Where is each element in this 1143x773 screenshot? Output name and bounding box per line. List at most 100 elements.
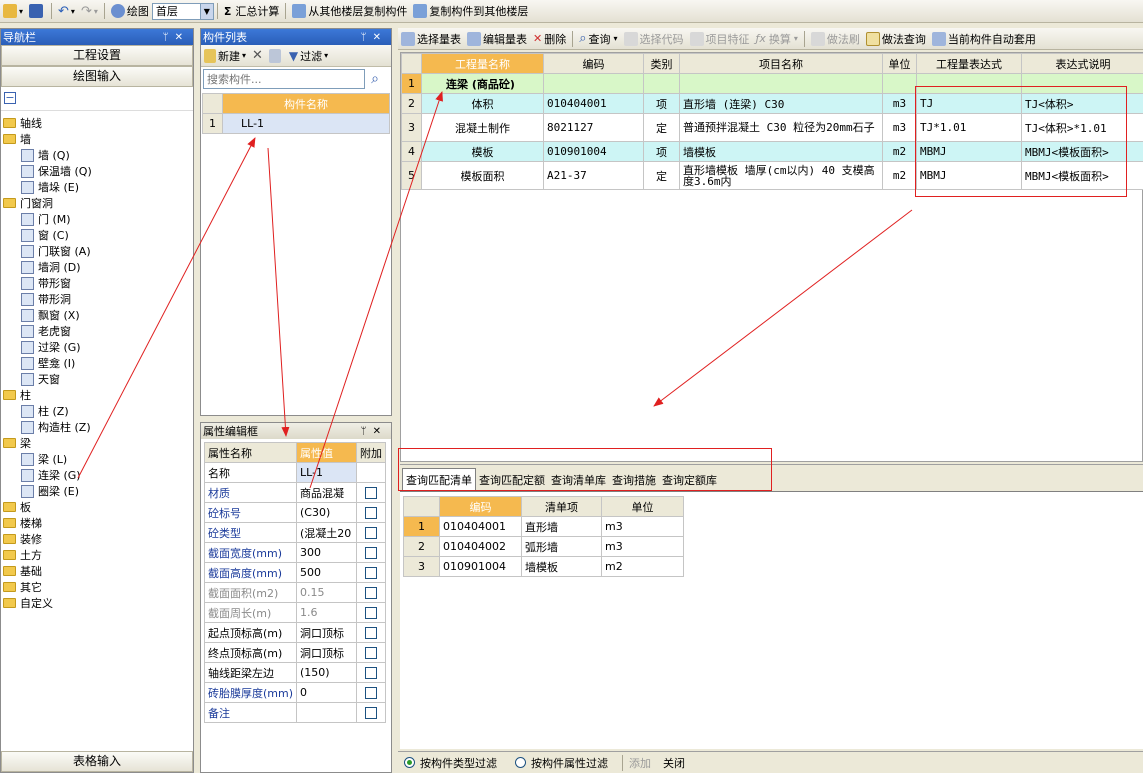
prop-value-cell[interactable]: 商品混凝 xyxy=(296,482,357,503)
cell-code[interactable]: A21-37 xyxy=(543,161,644,190)
table-row[interactable]: 2 010404002 弧形墙 m3 xyxy=(403,536,684,557)
cell-code[interactable]: 010404002 xyxy=(439,536,522,557)
tree-item[interactable]: 门 (M) xyxy=(1,211,193,227)
cell-unit[interactable]: m3 xyxy=(882,113,917,142)
column-header[interactable]: 编码 xyxy=(543,53,644,74)
close-button[interactable]: 关闭 xyxy=(663,755,685,771)
prop-value-cell[interactable]: 0 xyxy=(296,682,357,703)
prop-add-checkbox[interactable] xyxy=(365,647,377,659)
tree-item[interactable]: 过梁 (G) xyxy=(1,339,193,355)
property-row[interactable]: 终点顶标高(m) 洞口顶标 xyxy=(203,642,386,663)
property-row[interactable]: 备注 xyxy=(203,702,386,723)
cell-name[interactable]: 体积 xyxy=(421,93,544,114)
copy-from-floor-button[interactable]: 从其他楼层复制构件 xyxy=(289,1,410,21)
cell-code[interactable] xyxy=(543,73,644,94)
tree-item[interactable]: 老虎窗 xyxy=(1,323,193,339)
cell-unit[interactable]: m2 xyxy=(882,141,917,162)
tree-item[interactable]: 墙洞 (D) xyxy=(1,259,193,275)
prop-value-cell[interactable]: 0.15 xyxy=(296,582,357,603)
property-row[interactable]: 轴线距梁左边 (150) xyxy=(203,662,386,683)
tree-item[interactable]: 天窗 xyxy=(1,371,193,387)
prop-add-checkbox[interactable] xyxy=(365,627,377,639)
redo-button[interactable]: ↷ ▾ xyxy=(78,1,101,21)
tree-item[interactable]: 门联窗 (A) xyxy=(1,243,193,259)
cell-cat[interactable]: 定 xyxy=(643,113,680,142)
cell-unit[interactable]: m3 xyxy=(601,536,684,557)
tree-item[interactable]: 梁 (L) xyxy=(1,451,193,467)
select-list-button[interactable]: 选择量表 xyxy=(398,29,464,49)
cell-cat[interactable]: 项 xyxy=(643,93,680,114)
property-row[interactable]: 材质 商品混凝 xyxy=(203,482,386,503)
component-search-input[interactable] xyxy=(203,69,365,89)
table-row[interactable]: 1 LL-1 xyxy=(202,113,390,134)
cell-unit[interactable]: m2 xyxy=(882,161,917,190)
prop-value-cell[interactable]: LL-1 xyxy=(296,462,357,483)
prop-add-checkbox[interactable] xyxy=(365,667,377,679)
undo-button[interactable]: ↶ ▾ xyxy=(55,1,78,21)
draw-input-button[interactable]: 绘图输入 xyxy=(1,66,193,87)
new-button[interactable]: 新建 ▾ xyxy=(201,46,249,66)
cell-name[interactable]: 连梁 (商品砼) xyxy=(421,73,544,94)
cell-unit[interactable] xyxy=(882,73,917,94)
filter-button[interactable]: ▼ 过滤 ▾ xyxy=(286,46,331,66)
method-query-button[interactable]: 做法查询 xyxy=(863,29,929,49)
cell-unit[interactable]: m3 xyxy=(882,93,917,114)
property-row[interactable]: 名称 LL-1 xyxy=(203,462,386,483)
prop-value-cell[interactable]: 500 xyxy=(296,562,357,583)
cell-item[interactable]: 弧形墙 xyxy=(521,536,602,557)
tree-item[interactable]: 带形窗 xyxy=(1,275,193,291)
column-header[interactable]: 类别 xyxy=(643,53,680,74)
tree-item[interactable]: 墙垛 (E) xyxy=(1,179,193,195)
table-row[interactable]: 1 010404001 直形墙 m3 xyxy=(403,516,684,537)
tree-item[interactable]: 梁 xyxy=(1,435,193,451)
convert-button[interactable]: ƒx 换算 ▾ xyxy=(753,29,801,49)
tree-item[interactable]: 基础 xyxy=(1,563,193,579)
query-button[interactable]: ⌕ 查询 ▾ xyxy=(576,29,620,49)
cell-proj[interactable]: 直形墙 (连梁) C30 xyxy=(679,93,883,114)
search-icon[interactable]: ⌕ xyxy=(365,69,385,89)
tree-item[interactable]: 圈梁 (E) xyxy=(1,483,193,499)
column-header[interactable]: 表达式说明 xyxy=(1021,53,1143,74)
prop-value-cell[interactable] xyxy=(296,702,357,723)
pin-close-icon[interactable]: ᛘ✕ xyxy=(163,32,189,43)
auto-apply-button[interactable]: 当前构件自动套用 xyxy=(929,29,1039,49)
tree-item[interactable]: 带形洞 xyxy=(1,291,193,307)
column-header[interactable]: 清单项 xyxy=(521,496,602,517)
tree-item[interactable]: 墙 (Q) xyxy=(1,147,193,163)
method-brush-button[interactable]: 做法刷 xyxy=(808,29,863,49)
delete-component-button[interactable]: ✕ xyxy=(249,46,266,66)
prop-add-checkbox[interactable] xyxy=(365,487,377,499)
cell-proj[interactable]: 普通预拌混凝土 C30 粒径为20mm石子 xyxy=(679,113,883,142)
cell-proj[interactable]: 直形墙模板 墙厚(cm以内) 40 支模高度3.6m内 xyxy=(679,161,883,190)
cell-unit[interactable]: m2 xyxy=(601,556,684,577)
property-row[interactable]: 截面周长(m) 1.6 xyxy=(203,602,386,623)
cell-proj[interactable] xyxy=(679,73,883,94)
tree-item[interactable]: 连梁 (G) xyxy=(1,467,193,483)
cell-cat[interactable]: 项 xyxy=(643,141,680,162)
cell-name[interactable]: 混凝土制作 xyxy=(421,113,544,142)
tree-item[interactable]: 柱 xyxy=(1,387,193,403)
column-header[interactable]: 工程量表达式 xyxy=(916,53,1022,74)
cell-item[interactable]: 墙模板 xyxy=(521,556,602,577)
tree-item[interactable]: 保温墙 (Q) xyxy=(1,163,193,179)
cell-code[interactable]: 8021127 xyxy=(543,113,644,142)
cell-item[interactable]: 直形墙 xyxy=(521,516,602,537)
tree-item[interactable]: 装修 xyxy=(1,531,193,547)
pin-close-icon[interactable]: ᛘ✕ xyxy=(361,426,387,437)
prop-add-checkbox[interactable] xyxy=(365,687,377,699)
prop-value-cell[interactable]: 洞口顶标 xyxy=(296,622,357,643)
table-row[interactable]: 3 010901004 墙模板 m2 xyxy=(403,556,684,577)
tree-item[interactable]: 土方 xyxy=(1,547,193,563)
add-button[interactable]: 添加 xyxy=(629,755,651,771)
prop-add-checkbox[interactable] xyxy=(365,707,377,719)
tree-item[interactable]: 柱 (Z) xyxy=(1,403,193,419)
pin-close-icon[interactable]: ᛘ✕ xyxy=(361,32,387,43)
tree-item[interactable]: 窗 (C) xyxy=(1,227,193,243)
cell-code[interactable]: 010901004 xyxy=(543,141,644,162)
prop-add-checkbox[interactable] xyxy=(365,567,377,579)
tree-item[interactable]: 其它 xyxy=(1,579,193,595)
cell-name[interactable]: 模板 xyxy=(421,141,544,162)
tree-item[interactable]: 板 xyxy=(1,499,193,515)
column-header[interactable]: 编码 xyxy=(439,496,522,517)
cell-unit[interactable]: m3 xyxy=(601,516,684,537)
